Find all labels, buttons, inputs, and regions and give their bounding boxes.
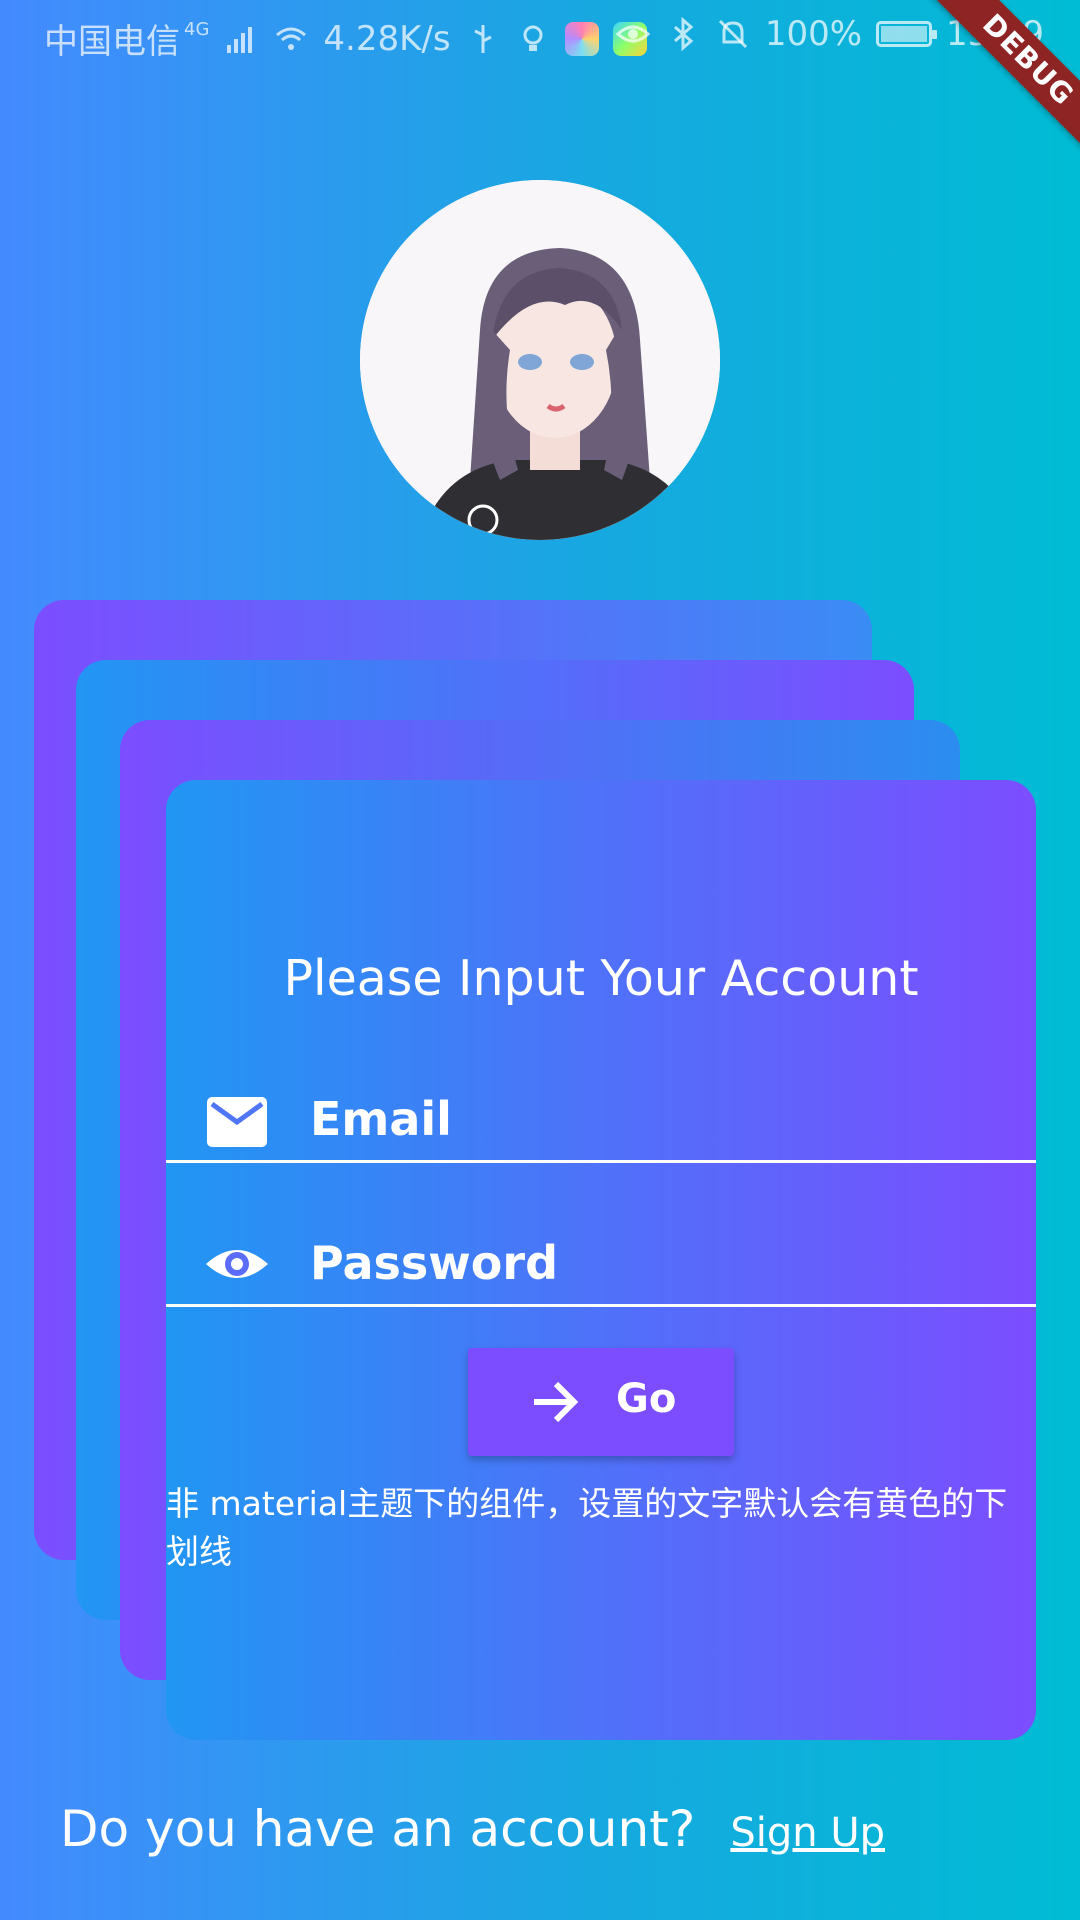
signal-icon [227, 26, 253, 53]
debug-banner-container: DEBUG [910, 0, 1080, 170]
account-question: Do you have an account? [60, 1800, 696, 1858]
login-card: Please Input Your Account Email Password… [166, 780, 1036, 1740]
form-title: Please Input Your Account [283, 950, 919, 1007]
wifi-icon [276, 27, 307, 50]
network-type: 4G [184, 19, 210, 40]
eye-icon [615, 25, 651, 43]
password-placeholder: Password [310, 1236, 558, 1290]
mail-icon [207, 1097, 267, 1147]
avatar [360, 180, 720, 540]
bulb-icon [523, 25, 543, 51]
arrow-forward-icon [534, 1381, 579, 1423]
network-speed: 4.28K/s [323, 18, 451, 59]
avatar-illustration [360, 180, 720, 540]
go-label: Go [616, 1376, 677, 1422]
carrier-label: 中国电信 [44, 22, 180, 62]
info-note: 非 material主题下的组件，设置的文字默认会有黄色的下划线 [166, 1484, 1008, 1571]
debug-banner: DEBUG [920, 0, 1080, 168]
mute-bell-icon [718, 19, 747, 49]
signup-link[interactable]: Sign Up [730, 1810, 885, 1856]
go-button[interactable]: Go [468, 1348, 734, 1456]
password-field[interactable]: Password [166, 1214, 1036, 1307]
battery-percent: 100% [764, 14, 863, 54]
usb-icon [473, 24, 492, 53]
email-placeholder: Email [310, 1092, 452, 1146]
gallery-app-icon [564, 21, 599, 56]
email-field[interactable]: Email [166, 1070, 1036, 1163]
bluetooth-icon [673, 16, 694, 52]
signup-prompt: Do you have an account? Sign Up [60, 1800, 1060, 1858]
visibility-eye-icon[interactable] [204, 1242, 270, 1286]
